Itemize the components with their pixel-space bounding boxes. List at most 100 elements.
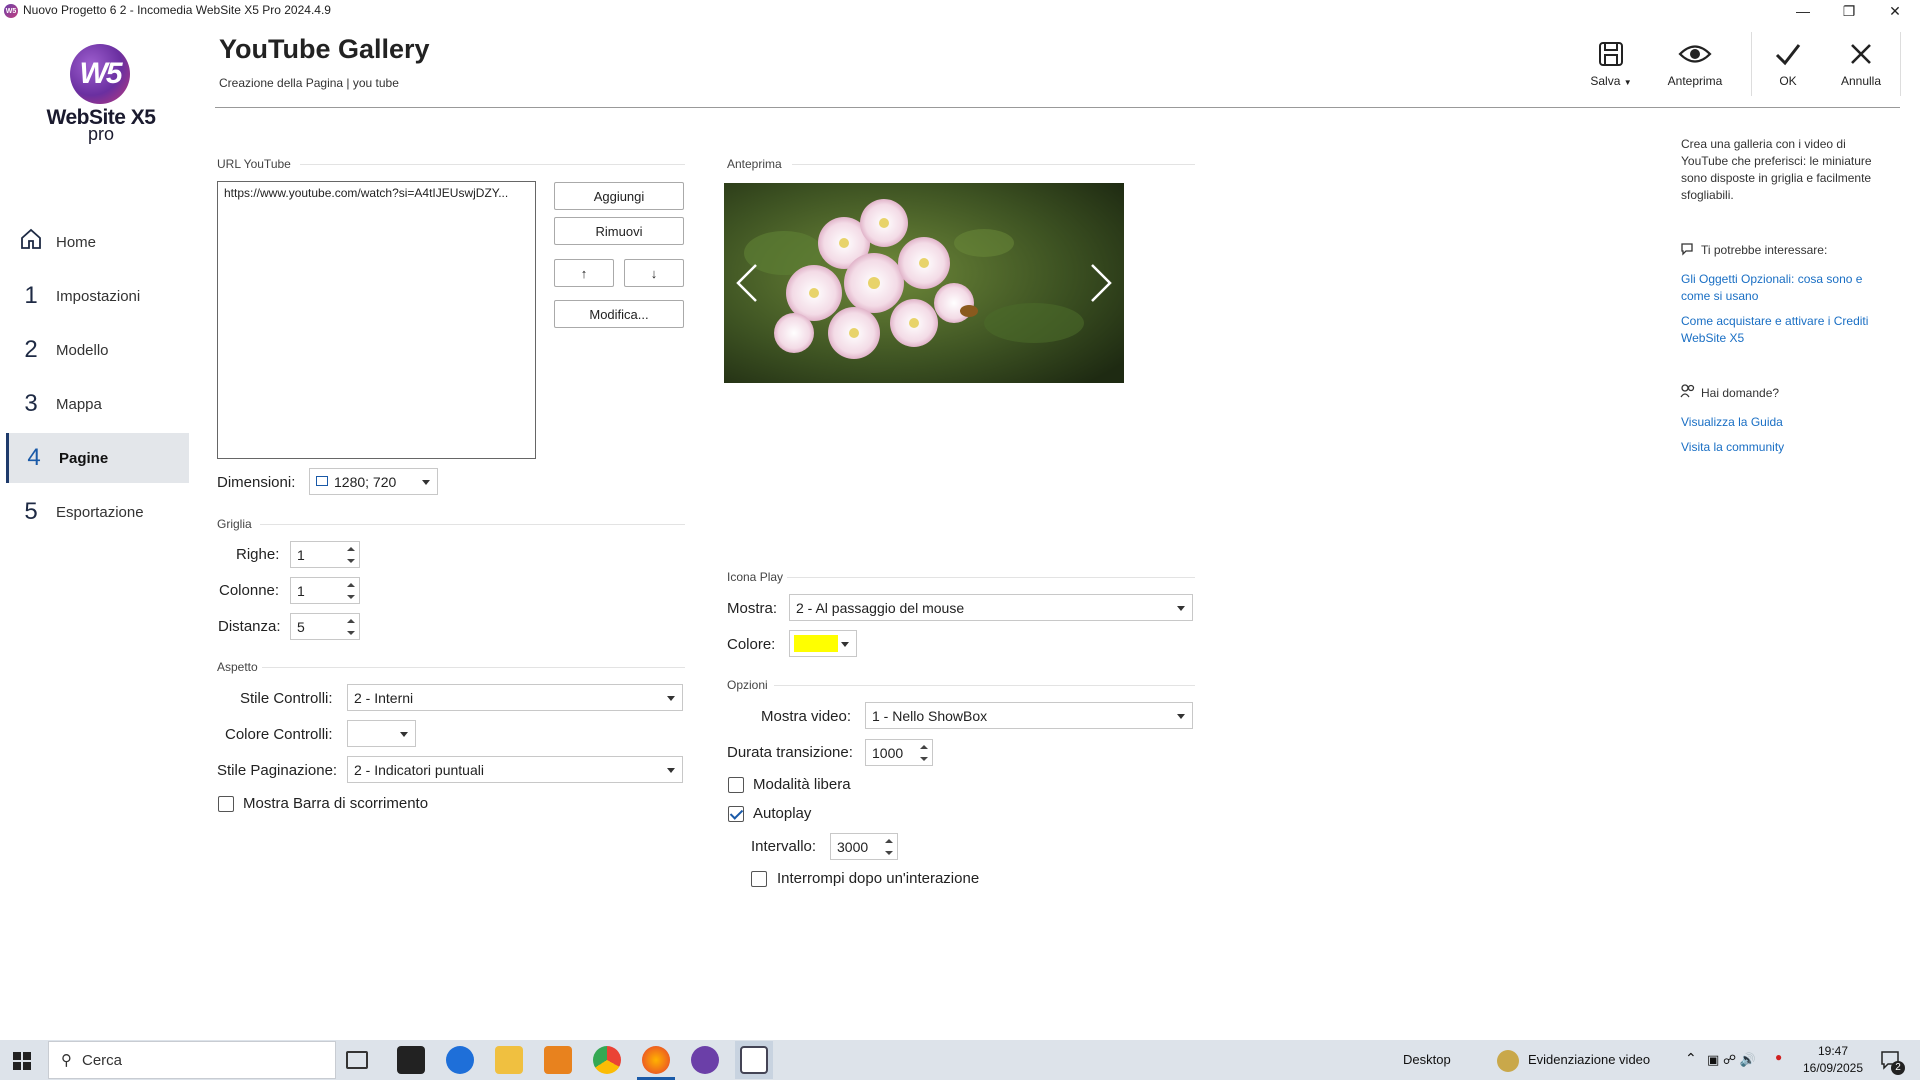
guide-link[interactable]: Visualizza la Guida [1681,414,1783,431]
move-up-button[interactable]: ↑ [554,259,614,287]
close-button[interactable]: ✕ [1872,0,1918,22]
save-label: Salva [1590,74,1621,88]
sidebar-item-home[interactable]: Home [6,217,189,267]
dimensions-dropdown[interactable]: 1280; 720 [309,468,438,495]
spinner-arrows-icon[interactable] [885,837,893,857]
clock-time[interactable]: 19:47 [1803,1044,1863,1058]
control-color-label: Colore Controlli: [225,726,333,743]
sidebar-item-pagine[interactable]: 4 Pagine [6,433,189,483]
grid-section-label: Griglia [217,517,252,531]
chrome-icon[interactable] [593,1046,621,1074]
free-mode-checkbox[interactable] [728,777,744,793]
windows-start-icon[interactable] [13,1052,31,1074]
autoplay-label: Autoplay [753,805,812,822]
breadcrumb: Creazione della Pagina | you tube [219,76,399,90]
chevron-down-icon [667,768,675,773]
ok-button[interactable]: OK [1748,38,1828,92]
credits-link[interactable]: Come acquistare e attivare i Crediti Web… [1681,313,1881,347]
people-icon [1680,384,1696,402]
notification-text[interactable]: Evidenziazione video [1528,1052,1650,1067]
control-style-value: 2 - Interni [354,689,414,706]
move-down-button[interactable]: ↓ [624,259,684,287]
stop-after-interaction-label: Interrompi dopo un'interazione [777,870,980,887]
pagination-style-dropdown[interactable]: 2 - Indicatori puntuali [347,756,683,783]
control-style-label: Stile Controlli: [240,690,333,707]
save-button[interactable]: Salva ▼ [1571,38,1651,92]
edit-button[interactable]: Modifica... [554,300,684,328]
interval-value: 3000 [837,838,869,855]
security-icon: ● [1775,1050,1783,1064]
file-explorer-icon[interactable] [495,1046,523,1074]
show-video-dropdown[interactable]: 1 - Nello ShowBox [865,702,1193,729]
system-tray-icons[interactable]: ▣ ☍ 🔊 [1707,1052,1756,1068]
remove-button[interactable]: Rimuovi [554,217,684,245]
cancel-button[interactable]: Annulla [1821,38,1901,92]
clock-date[interactable]: 16/09/2025 [1801,1061,1865,1075]
sidebar-item-label: Esportazione [56,503,144,521]
monitor-icon [316,476,328,486]
section-divider [260,524,685,525]
firefox-icon[interactable] [642,1046,670,1074]
chevron-down-icon [400,732,408,737]
control-style-dropdown[interactable]: 2 - Interni [347,684,683,711]
website-x5-taskbar-icon[interactable] [691,1046,719,1074]
autoplay-checkbox[interactable] [728,806,744,822]
spinner-arrows-icon[interactable] [347,617,355,637]
distance-stepper[interactable]: 5 [290,613,360,640]
sidebar-item-label: Mappa [56,395,102,413]
search-icon: ⚲ [61,1052,72,1069]
taskbar-search[interactable]: ⚲ Cerca [48,1041,336,1079]
metamask-icon[interactable] [544,1046,572,1074]
control-color-picker[interactable] [347,720,416,747]
spinner-arrows-icon[interactable] [347,581,355,601]
section-divider [300,164,685,165]
rows-stepper[interactable]: 1 [290,541,360,568]
preview-button[interactable]: Anteprima [1655,38,1735,92]
rows-label: Righe: [236,546,280,563]
media-app-icon[interactable] [397,1046,425,1074]
page-title: YouTube Gallery [219,34,430,64]
notepad-icon[interactable] [740,1046,768,1074]
browser-app-icon[interactable] [446,1046,474,1074]
chevron-down-icon: ▼ [1623,78,1632,87]
task-view-icon[interactable] [346,1051,368,1069]
stop-after-interaction-checkbox[interactable] [751,871,767,887]
play-color-picker[interactable] [789,630,857,657]
sidebar-item-modello[interactable]: 2 Modello [6,325,189,375]
cols-stepper[interactable]: 1 [290,577,360,604]
sidebar-item-number: 1 [24,282,38,309]
sidebar-item-impostazioni[interactable]: 1 Impostazioni [6,271,189,321]
show-video-label: Mostra video: [761,708,852,725]
sidebar-item-label: Home [56,233,97,251]
desktop-label[interactable]: Desktop [1403,1052,1451,1067]
sidebar-item-mappa[interactable]: 3 Mappa [6,379,189,429]
url-listbox[interactable]: https://www.youtube.com/watch?si=A4tIJEU… [217,181,536,459]
list-item[interactable]: https://www.youtube.com/watch?si=A4tIJEU… [218,182,535,204]
play-icon-section-label: Icona Play [727,570,784,584]
chevron-down-icon [1177,714,1185,719]
show-video-value: 1 - Nello ShowBox [872,707,988,724]
home-icon [6,227,56,258]
interval-stepper[interactable]: 3000 [830,833,898,860]
play-color-label: Colore: [727,636,776,653]
sidebar-item-esportazione[interactable]: 5 Esportazione [6,487,189,537]
appearance-section-label: Aspetto [217,660,258,674]
interest-title: Ti potrebbe interessare: [1701,243,1828,257]
chevron-down-icon [422,480,430,485]
chevron-up-icon[interactable]: ⌃ [1685,1050,1697,1067]
x-icon [1849,38,1873,70]
search-placeholder: Cerca [82,1051,123,1069]
spinner-arrows-icon[interactable] [347,545,355,565]
minimize-button[interactable]: — [1780,0,1826,22]
transition-label: Durata transizione: [727,744,853,761]
optional-objects-link[interactable]: Gli Oggetti Opzionali: cosa sono e come … [1681,271,1881,305]
transition-stepper[interactable]: 1000 [865,739,933,766]
restore-button[interactable]: ❐ [1826,0,1872,22]
play-show-dropdown[interactable]: 2 - Al passaggio del mouse [789,594,1193,621]
scrollbar-checkbox[interactable] [218,796,234,812]
header-divider [215,107,1900,108]
save-icon [1598,38,1624,70]
community-link[interactable]: Visita la community [1681,439,1784,456]
spinner-arrows-icon[interactable] [920,743,928,763]
add-button[interactable]: Aggiungi [554,182,684,210]
